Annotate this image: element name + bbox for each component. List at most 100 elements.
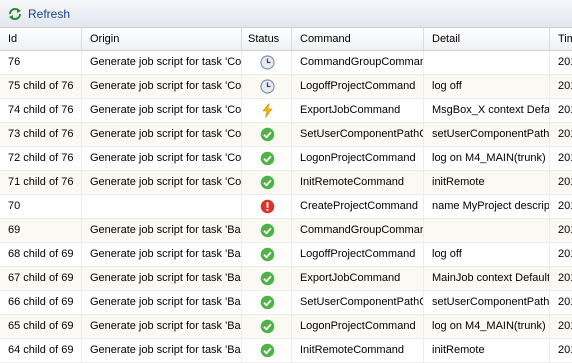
detail-cell: initRemote (424, 339, 550, 362)
check-icon (260, 271, 275, 286)
status-cell (242, 147, 292, 170)
table-row[interactable]: 65 child of 69 Generate job script for ta… (0, 315, 572, 339)
table-row[interactable]: 67 child of 69 Generate job script for ta… (0, 267, 572, 291)
origin-cell: Generate job script for task 'Ba (82, 315, 242, 338)
time-cell: 201 (550, 147, 572, 170)
id-cell: 66 child of 69 (0, 291, 82, 314)
toolbar: Refresh (0, 0, 572, 28)
time-cell: 201 (550, 315, 572, 338)
detail-cell: initRemote (424, 171, 550, 194)
grid-header: Id Origin Status Command Detail Tim (0, 28, 572, 51)
command-grid: Id Origin Status Command Detail Tim 76Ge… (0, 28, 572, 363)
time-cell: 201 (550, 291, 572, 314)
column-header-id[interactable]: Id (0, 28, 82, 50)
table-row[interactable]: 69 Generate job script for task 'Ba Comman… (0, 219, 572, 243)
command-cell: LogonProjectCommand (292, 315, 424, 338)
table-row[interactable]: 70 CreateProjectCommand name MyProject des… (0, 195, 572, 219)
refresh-label: Refresh (28, 7, 71, 21)
check-icon (260, 223, 275, 238)
id-cell: 69 (0, 219, 82, 242)
table-row[interactable]: 64 child of 69 Generate job script for ta… (0, 339, 572, 363)
origin-cell: Generate job script for task 'Ba (82, 243, 242, 266)
table-row[interactable]: 68 child of 69 Generate job script for ta… (0, 243, 572, 267)
column-header-command[interactable]: Command (292, 28, 424, 50)
origin-cell (82, 195, 242, 218)
time-cell: 201 (550, 171, 572, 194)
detail-cell: setUserComponentPath / (424, 291, 550, 314)
origin-cell: Generate job script for task 'Co (82, 147, 242, 170)
status-cell (242, 291, 292, 314)
command-cell: SetUserComponentPathCo (292, 123, 424, 146)
status-cell (242, 75, 292, 98)
column-header-status[interactable]: Status (242, 28, 292, 50)
detail-cell: log off (424, 75, 550, 98)
time-cell: 201 (550, 75, 572, 98)
status-cell (242, 171, 292, 194)
status-cell (242, 219, 292, 242)
status-cell (242, 123, 292, 146)
status-cell (242, 195, 292, 218)
table-row[interactable]: 72 child of 76 Generate job script for ta… (0, 147, 572, 171)
command-cell: ExportJobCommand (292, 99, 424, 122)
command-cell: LogoffProjectCommand (292, 243, 424, 266)
time-cell: 201 (550, 219, 572, 242)
check-icon (260, 343, 275, 358)
column-header-origin[interactable]: Origin (82, 28, 242, 50)
refresh-icon (9, 8, 21, 20)
origin-cell: Generate job script for task 'Ba (82, 291, 242, 314)
status-cell (242, 339, 292, 362)
column-header-time[interactable]: Tim (550, 28, 572, 50)
check-icon (260, 127, 275, 142)
table-row[interactable]: 75 child of 76 Generate job script for ta… (0, 75, 572, 99)
command-cell: CreateProjectCommand (292, 195, 424, 218)
origin-cell: Generate job script for task 'Co (82, 171, 242, 194)
clock-icon (260, 79, 275, 94)
table-row[interactable]: 71 child of 76 Generate job script for ta… (0, 171, 572, 195)
command-cell: LogonProjectCommand (292, 147, 424, 170)
detail-cell: MainJob context Default (424, 267, 550, 290)
origin-cell: Generate job script for task 'Ba (82, 267, 242, 290)
status-cell (242, 51, 292, 74)
check-icon (260, 175, 275, 190)
clock-icon (260, 55, 275, 70)
column-header-detail[interactable]: Detail (424, 28, 550, 50)
time-cell: 201 (550, 339, 572, 362)
status-cell (242, 315, 292, 338)
command-cell: CommandGroupCommand (292, 51, 424, 74)
id-cell: 68 child of 69 (0, 243, 82, 266)
id-cell: 71 child of 76 (0, 171, 82, 194)
origin-cell: Generate job script for task 'Co (82, 75, 242, 98)
origin-cell: Generate job script for task 'Co (82, 51, 242, 74)
time-cell: 201 (550, 267, 572, 290)
id-cell: 65 child of 69 (0, 315, 82, 338)
command-cell: SetUserComponentPathCo (292, 291, 424, 314)
time-cell: 201 (550, 51, 572, 74)
detail-cell: setUserComponentPath / (424, 123, 550, 146)
id-cell: 70 (0, 195, 82, 218)
table-row[interactable]: 66 child of 69 Generate job script for ta… (0, 291, 572, 315)
error-icon (260, 199, 275, 214)
id-cell: 74 child of 76 (0, 99, 82, 122)
status-cell (242, 267, 292, 290)
detail-cell: log on M4_MAIN(trunk) (424, 147, 550, 170)
command-cell: LogoffProjectCommand (292, 75, 424, 98)
origin-cell: Generate job script for task 'Ba (82, 219, 242, 242)
lightning-icon (262, 103, 273, 118)
status-cell (242, 243, 292, 266)
detail-cell (424, 219, 550, 242)
table-row[interactable]: 74 child of 76 Generate job script for ta… (0, 99, 572, 123)
status-cell (242, 99, 292, 122)
time-cell: 201 (550, 195, 572, 218)
refresh-button[interactable]: Refresh (3, 4, 75, 24)
id-cell: 75 child of 76 (0, 75, 82, 98)
table-row[interactable]: 76 Generate job script for task 'Co Comman… (0, 51, 572, 75)
check-icon (260, 247, 275, 262)
command-cell: ExportJobCommand (292, 267, 424, 290)
detail-cell: name MyProject descripti (424, 195, 550, 218)
time-cell: 201 (550, 123, 572, 146)
table-row[interactable]: 73 child of 76 Generate job script for ta… (0, 123, 572, 147)
origin-cell: Generate job script for task 'Ba (82, 339, 242, 362)
detail-cell: log off (424, 243, 550, 266)
detail-cell: log on M4_MAIN(trunk) (424, 315, 550, 338)
id-cell: 67 child of 69 (0, 267, 82, 290)
